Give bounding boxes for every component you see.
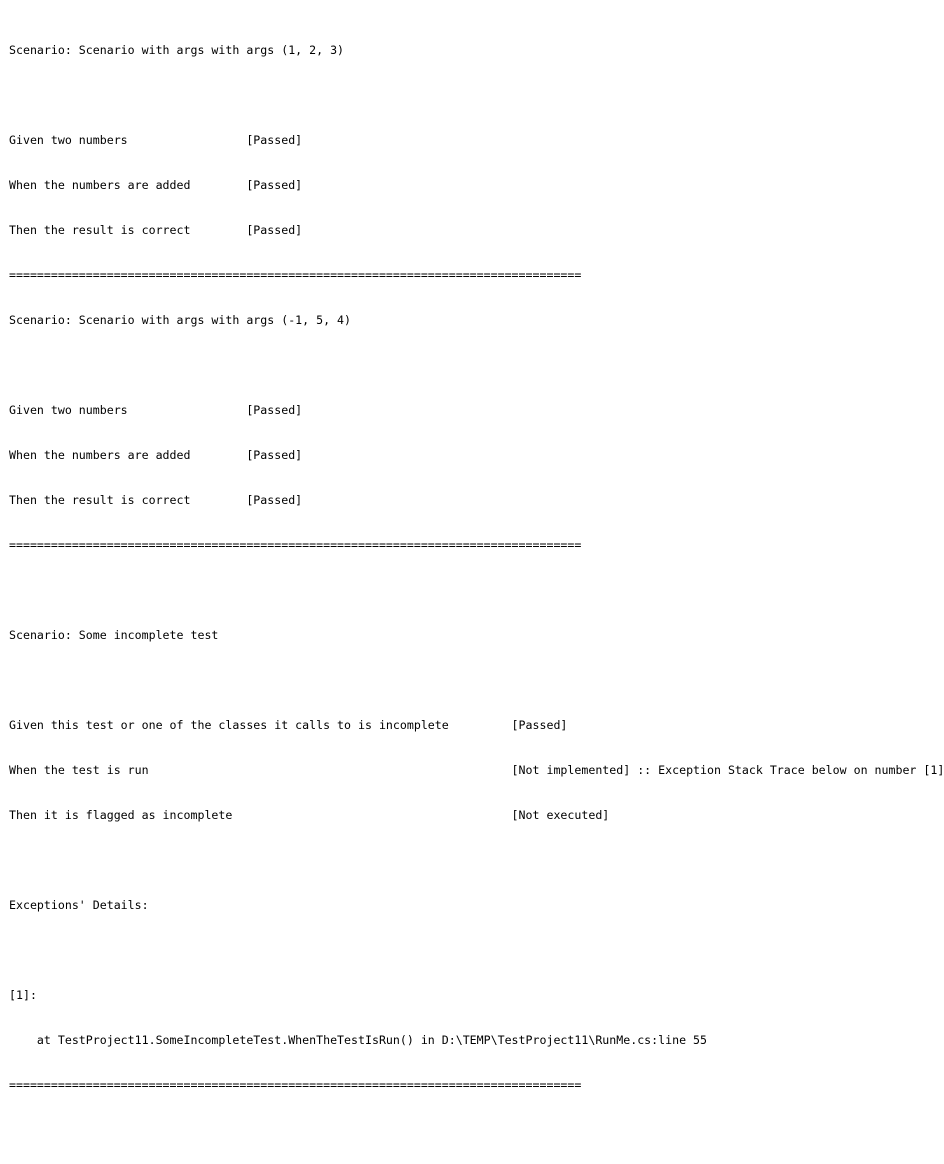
output-line: When the test is run [Not implemented] :… bbox=[9, 763, 944, 777]
output-line: Then the result is correct [Passed] bbox=[9, 223, 303, 237]
output-line: Then it is flagged as incomplete [Not ex… bbox=[9, 808, 610, 822]
output-line: Given two numbers [Passed] bbox=[9, 133, 303, 147]
output-line: Scenario: Scenario with args with args (… bbox=[9, 43, 345, 57]
output-line: Scenario: Some incomplete test bbox=[9, 628, 219, 642]
output-line: Then the result is correct [Passed] bbox=[9, 493, 303, 507]
output-line: When the numbers are added [Passed] bbox=[9, 448, 303, 462]
exceptions-details-heading: Exceptions' Details: bbox=[9, 898, 149, 912]
output-line: Given this test or one of the classes it… bbox=[9, 718, 568, 732]
output-line: When the numbers are added [Passed] bbox=[9, 178, 303, 192]
exception-stack-trace-line: at TestProject11.SomeIncompleteTest.When… bbox=[9, 1033, 708, 1047]
separator-line: ========================================… bbox=[9, 268, 582, 282]
exception-index-label: [1]: bbox=[9, 988, 37, 1002]
console-output-pane[interactable]: Scenario: Scenario with args with args (… bbox=[0, 0, 944, 1092]
output-line: Scenario: Scenario with args with args (… bbox=[9, 313, 352, 327]
separator-line: ========================================… bbox=[9, 1078, 582, 1092]
separator-line: ========================================… bbox=[9, 538, 582, 552]
output-line: Given two numbers [Passed] bbox=[9, 403, 303, 417]
